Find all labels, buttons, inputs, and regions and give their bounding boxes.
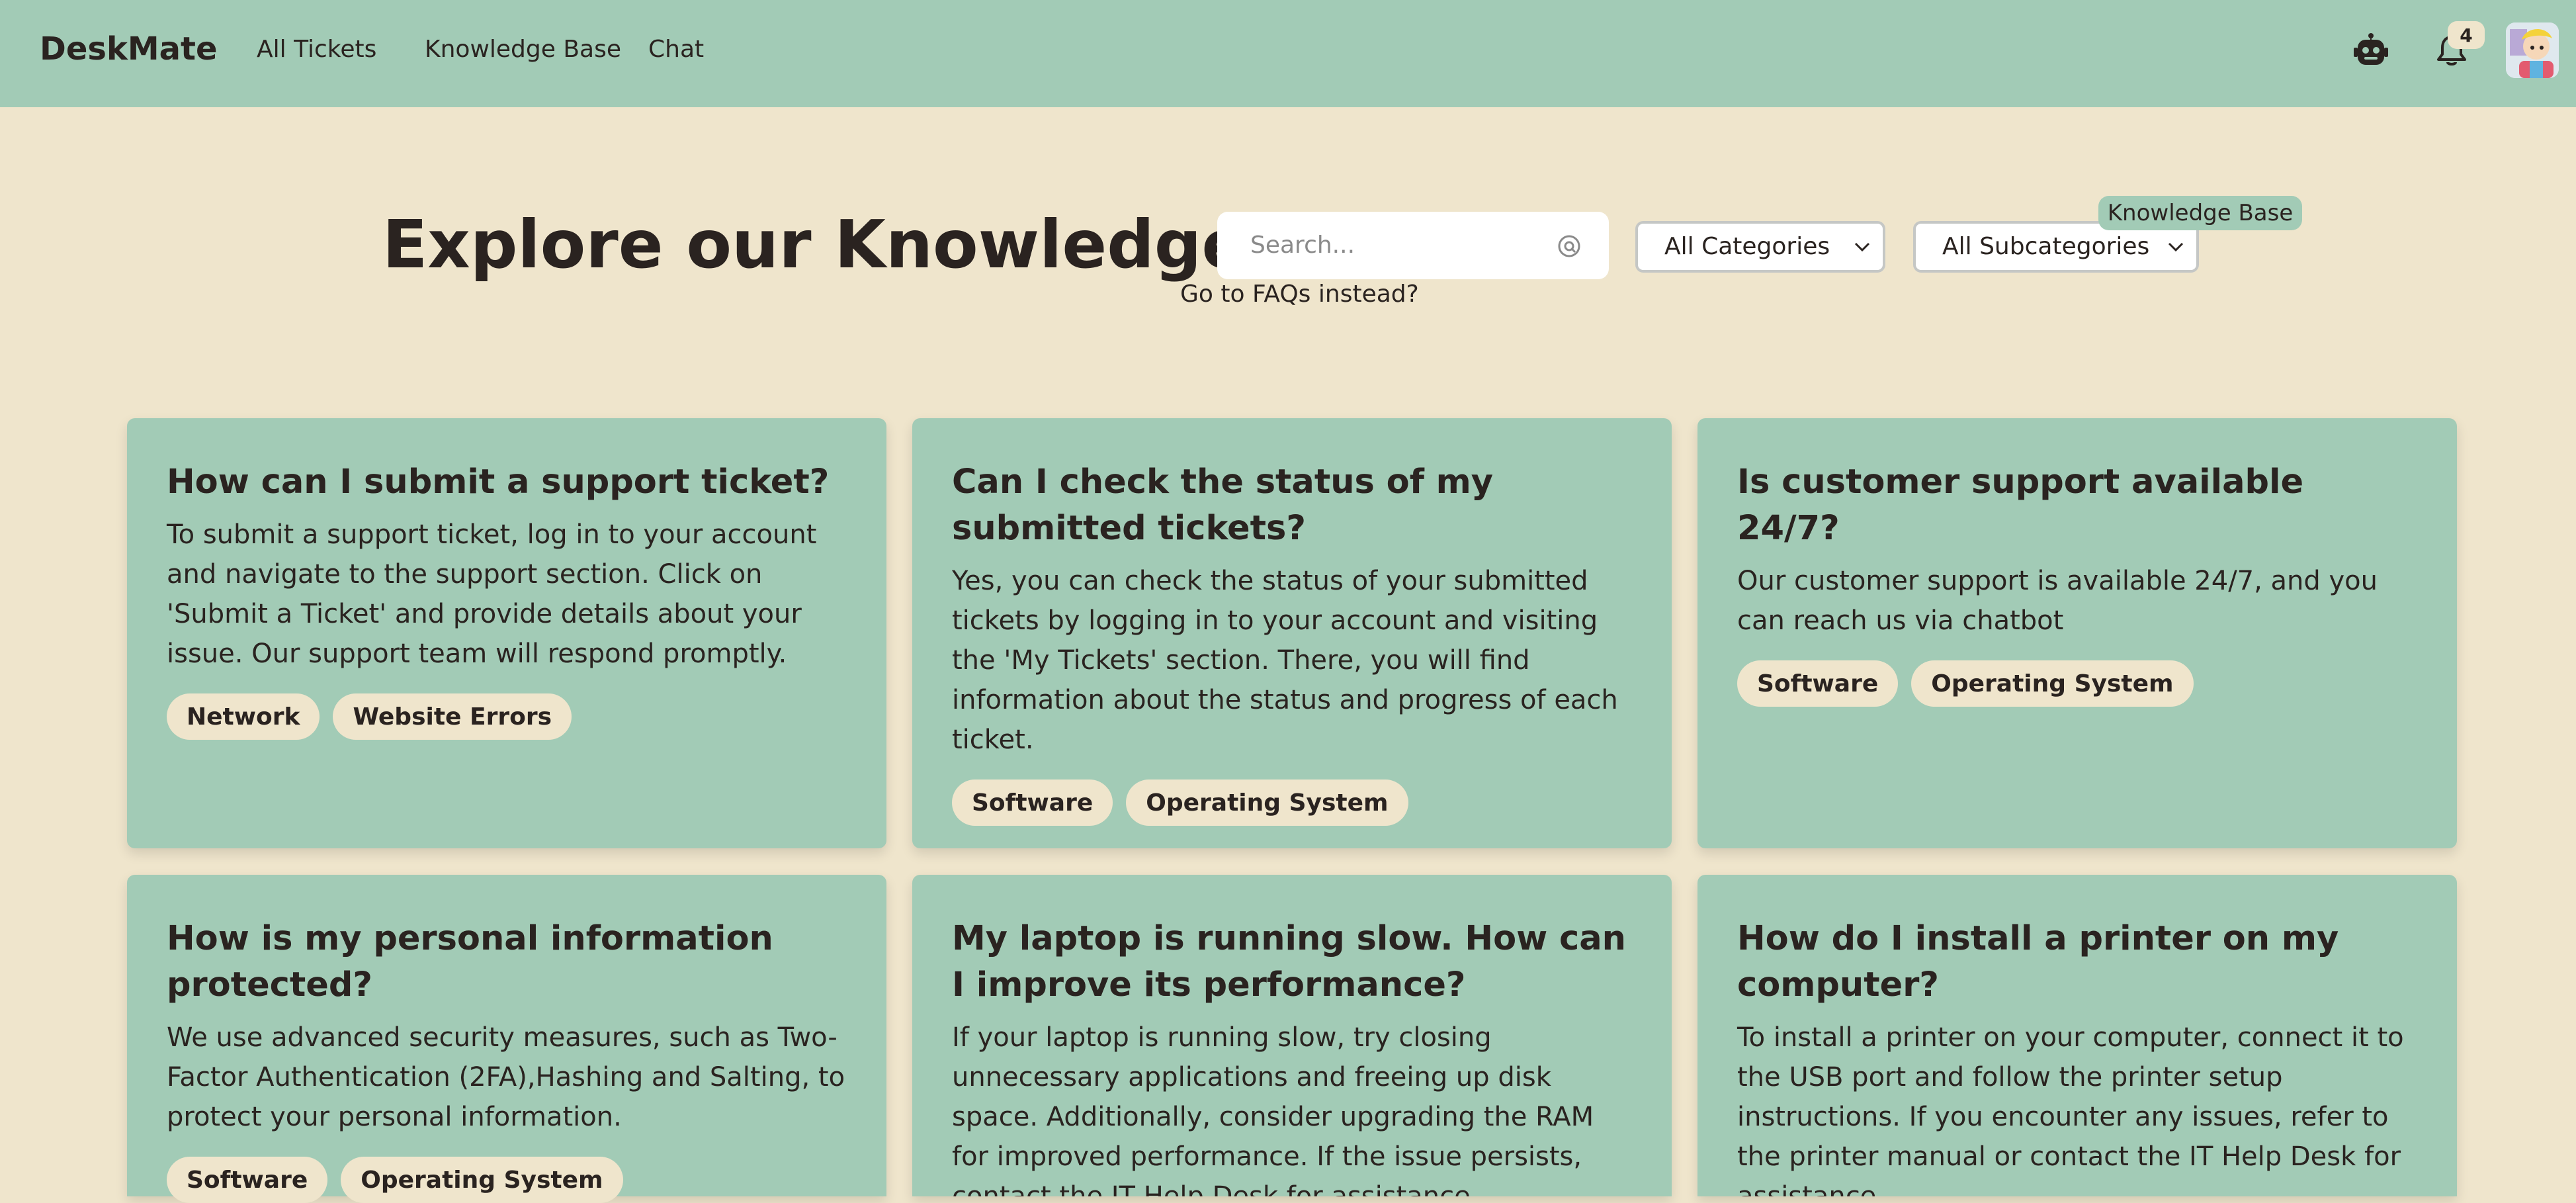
article-card[interactable]: How do I install a printer on my compute… [1697, 875, 2457, 1196]
tag-list: Software Operating System [1737, 660, 2417, 707]
category-select-value: All Categories [1664, 233, 1830, 260]
brand-logo[interactable]: DeskMate [40, 30, 218, 67]
article-card[interactable]: My laptop is running slow. How can I imp… [912, 875, 1672, 1196]
faq-link[interactable]: Go to FAQs instead? [1180, 281, 1419, 308]
chevron-down-icon [1854, 241, 1871, 253]
article-title: How do I install a printer on my compute… [1737, 919, 2339, 1004]
article-card[interactable]: Can I check the status of my submitted t… [912, 418, 1672, 848]
avatar[interactable] [2506, 22, 2559, 78]
tag-chip[interactable]: Website Errors [333, 693, 572, 740]
tag-chip[interactable]: Operating System [1126, 780, 1408, 826]
article-body: Our customer support is available 24/7, … [1737, 566, 2378, 636]
chevron-down-icon [2167, 241, 2184, 253]
top-navbar: DeskMate All Tickets Knowledge Base Chat… [0, 0, 2576, 107]
article-body: Yes, you can check the status of your su… [952, 566, 1618, 755]
tag-list: Network Website Errors [167, 693, 847, 740]
tag-list: Software Operating System [952, 780, 1632, 826]
search-icon[interactable] [1555, 232, 1584, 261]
tag-chip[interactable]: Software [1737, 660, 1899, 707]
article-title: My laptop is running slow. How can I imp… [952, 919, 1626, 1004]
knowledge-base-toggle[interactable]: Knowledge Base [2098, 196, 2302, 230]
article-card[interactable]: Is customer support available 24/7? Our … [1697, 418, 2457, 848]
notification-count-badge: 4 [2448, 21, 2485, 49]
article-body: If your laptop is running slow, try clos… [952, 1022, 1594, 1196]
tag-chip[interactable]: Operating System [1911, 660, 2194, 707]
article-title: How is my personal information protected… [167, 919, 773, 1004]
nav-chat[interactable]: Chat [648, 36, 704, 63]
article-body: To submit a support ticket, log in to yo… [167, 519, 817, 669]
nav-all-tickets[interactable]: All Tickets [257, 36, 376, 63]
tag-chip[interactable]: Network [167, 693, 320, 740]
category-select[interactable]: All Categories [1635, 221, 1885, 273]
robot-icon[interactable] [2351, 30, 2391, 70]
article-card[interactable]: How is my personal information protected… [127, 875, 886, 1203]
article-title: Can I check the status of my submitted t… [952, 463, 1494, 548]
article-card[interactable]: How can I submit a support ticket? To su… [127, 418, 886, 848]
search-placeholder: Search... [1250, 232, 1355, 259]
subcategory-select-value: All Subcategories [1942, 233, 2150, 260]
search-input[interactable]: Search... [1217, 212, 1609, 279]
article-title: Is customer support available 24/7? [1737, 463, 2304, 548]
article-body: To install a printer on your computer, c… [1737, 1022, 2404, 1196]
article-title: How can I submit a support ticket? [167, 463, 830, 502]
article-body: We use advanced security measures, such … [167, 1022, 845, 1132]
nav-knowledge-base[interactable]: Knowledge Base [425, 36, 621, 63]
tag-chip[interactable]: Software [952, 780, 1113, 826]
